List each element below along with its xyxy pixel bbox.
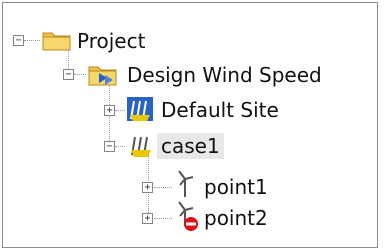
folder-icon (42, 32, 71, 51)
tree-line (109, 83, 110, 149)
tree-view[interactable]: − Project − Design Wind Speed + Default … (2, 2, 378, 248)
turbine-stop-icon (178, 201, 198, 231)
turbine-icon (178, 170, 194, 197)
tree-line (74, 74, 86, 75)
tree-line (24, 40, 40, 41)
tree-item-point1[interactable]: point1 (200, 174, 272, 200)
tree-item-case1[interactable]: case1 (157, 133, 224, 159)
collapse-toggle-case1[interactable]: − (104, 141, 115, 152)
turbine-group-icon (131, 136, 151, 157)
turbine-group-icon (127, 97, 153, 121)
expand-toggle-default-site[interactable]: + (104, 105, 115, 116)
collapse-toggle-project[interactable]: − (13, 35, 24, 46)
tree-line (154, 218, 172, 219)
tree-line (154, 187, 172, 188)
tree-line (115, 110, 125, 111)
tree-item-point2[interactable]: point2 (200, 205, 272, 231)
collapse-toggle-design-wind-speed[interactable]: − (63, 69, 74, 80)
expand-toggle-point1[interactable]: + (142, 182, 153, 193)
tree-line (115, 146, 125, 147)
tree-item-default-site[interactable]: Default Site (157, 97, 283, 123)
folder-wind-icon (88, 66, 117, 86)
tree-item-project[interactable]: Project (73, 28, 149, 54)
expand-toggle-point2[interactable]: + (142, 213, 153, 224)
tree-item-design-wind-speed[interactable]: Design Wind Speed (123, 62, 326, 88)
